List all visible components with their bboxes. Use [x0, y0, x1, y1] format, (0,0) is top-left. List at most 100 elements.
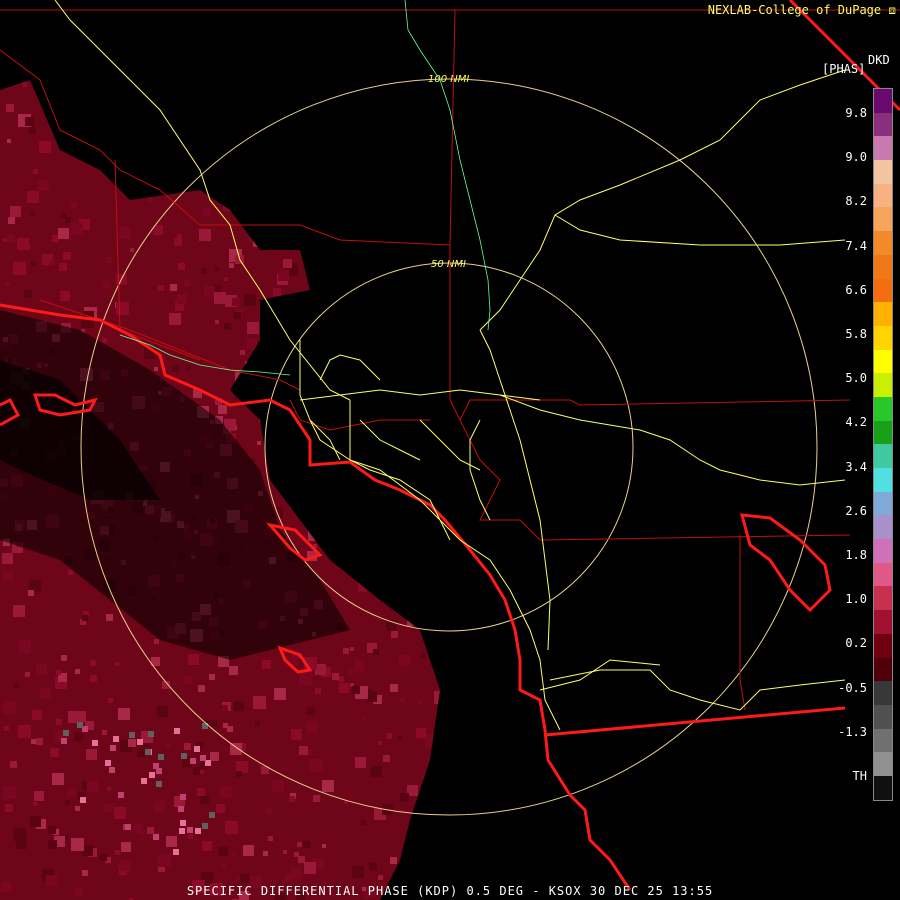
echo-pixel	[332, 362, 342, 372]
echo-pixel	[221, 864, 226, 869]
echo-pixel	[253, 696, 266, 709]
echo-pixel	[410, 340, 417, 347]
echo-pixel	[294, 852, 299, 857]
echo-pixel	[226, 171, 239, 184]
echo-pixel	[423, 165, 431, 173]
echo-pixel	[82, 615, 88, 621]
echo-pixel	[310, 759, 323, 772]
echo-pixel	[403, 103, 410, 110]
echo-pixel	[220, 133, 225, 138]
echo-pixel	[288, 496, 300, 508]
echo-pixel	[8, 217, 15, 224]
legend-tick-label: 3.4	[845, 459, 867, 474]
echo-pixel	[348, 100, 356, 108]
echo-pixel	[259, 416, 265, 422]
echo-pixel	[383, 755, 390, 762]
echo-pixel	[74, 732, 83, 741]
echo-pixel	[184, 89, 193, 98]
echo-pixel	[347, 192, 352, 197]
echo-pixel	[157, 706, 168, 717]
legend-tick-label: 0.2	[845, 636, 867, 651]
echo-pixel	[423, 579, 430, 586]
echo-pixel	[393, 546, 397, 550]
echo-pixel	[138, 127, 148, 137]
echo-pixel	[416, 820, 423, 827]
echo-pixel	[419, 183, 424, 188]
echo-pixel	[262, 660, 271, 669]
radar-map: 100 NMI 50 NMI	[0, 0, 900, 900]
echo-pixel	[421, 653, 426, 658]
echo-pixel	[432, 868, 440, 880]
echo-pixel	[272, 161, 276, 165]
echo-pixel	[177, 294, 187, 304]
echo-pixel	[215, 320, 219, 324]
echo-pixel	[167, 154, 176, 163]
echo-pixel	[308, 530, 319, 541]
echo-pixel	[103, 281, 110, 288]
echo-pixel	[7, 235, 15, 243]
echo-pixel	[140, 830, 145, 835]
echo-pixel	[130, 248, 134, 252]
echo-pixel	[18, 725, 31, 738]
echo-pixel	[241, 152, 251, 162]
echo-pixel	[387, 578, 392, 583]
echo-pixel	[305, 254, 311, 260]
echo-pixel	[247, 339, 257, 349]
echo-pixel	[425, 586, 433, 594]
echo-pixel	[350, 647, 354, 651]
echo-pixel-high	[174, 728, 180, 734]
echo-pixel	[58, 90, 69, 101]
legend-swatch	[874, 349, 892, 374]
echo-pixel	[360, 406, 369, 415]
echo-pixel	[395, 500, 403, 508]
echo-pixel	[220, 189, 232, 201]
echo-pixel-high	[125, 824, 131, 830]
echo-pixel	[243, 181, 253, 191]
echo-pixel	[404, 587, 415, 598]
echo-pixel-high	[109, 767, 115, 773]
echo-pixel	[291, 489, 304, 502]
echo-pixel	[70, 202, 77, 209]
echo-pixel	[233, 157, 244, 168]
echo-pixel	[257, 109, 266, 118]
echo-pixel	[115, 662, 119, 666]
echo-pixel	[108, 698, 113, 703]
echo-pixel	[370, 568, 378, 576]
echo-pixel	[224, 323, 231, 330]
echo-pixel	[102, 730, 107, 735]
echo-pixel	[121, 842, 131, 852]
echo-pixel	[30, 816, 41, 827]
echo-pixel-high	[187, 827, 193, 833]
echo-pixel	[336, 100, 344, 108]
echo-pixel	[186, 365, 191, 370]
echo-pixel	[18, 640, 31, 653]
echo-pixel	[214, 292, 226, 304]
echo-pixel	[134, 113, 139, 118]
legend-swatch	[874, 136, 892, 161]
legend-tick-label: 1.8	[845, 548, 867, 562]
echo-pixel	[262, 197, 272, 207]
echo-pixel	[172, 365, 179, 372]
echo-pixel	[61, 213, 66, 218]
echo-pixel	[391, 210, 395, 214]
echo-pixel	[36, 738, 43, 745]
echo-pixel	[25, 117, 34, 126]
echo-pixel	[193, 141, 206, 154]
echo-pixel	[52, 235, 59, 242]
echo-pixel	[407, 121, 417, 131]
legend-swatch	[874, 183, 892, 208]
echo-pixel	[390, 362, 396, 368]
legend-swatch	[874, 373, 892, 397]
legend-swatch	[874, 633, 892, 658]
echo-pixel	[375, 285, 380, 290]
echo-pixel	[423, 448, 436, 461]
echo-pixel-high	[61, 738, 67, 744]
echo-pixel	[131, 163, 142, 174]
echo-pixel	[178, 263, 185, 270]
echo-pixel	[68, 711, 80, 723]
legend-swatch	[874, 89, 892, 113]
echo-pixel	[68, 570, 73, 575]
echo-pixel	[426, 780, 430, 784]
echo-pixel	[386, 733, 392, 739]
echo-pixel	[199, 229, 211, 241]
